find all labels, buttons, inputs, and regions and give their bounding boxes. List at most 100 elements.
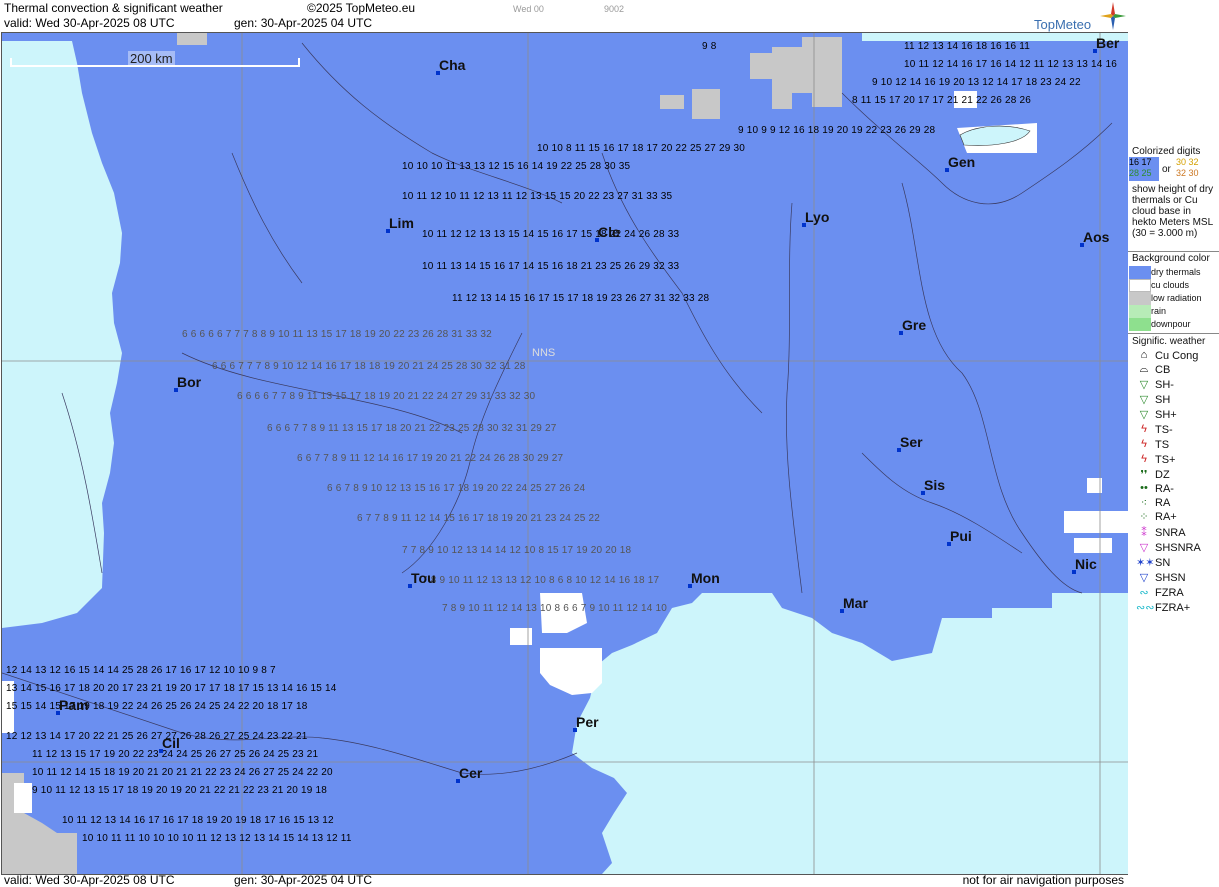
city-dot [897, 448, 901, 452]
city-dot [921, 491, 925, 495]
digit-row: 6 6 6 7 7 8 9 11 13 15 17 18 20 21 22 23… [267, 423, 557, 434]
legend-bg-low-radiation: low radiation [1129, 292, 1219, 305]
digit-row: 12 14 13 12 16 15 14 14 25 28 26 17 16 1… [6, 665, 276, 676]
shower-heavy-icon: ▽ [1139, 409, 1149, 421]
city-dot [947, 542, 951, 546]
rain-heavy-icon: ⁘ [1139, 511, 1149, 523]
digit-row: 10 11 12 13 14 16 17 16 17 18 19 20 19 1… [62, 815, 334, 826]
snow-shower-icon: ▽ [1139, 572, 1149, 584]
legend-wx-shsnra: ▽ SHSNRA [1136, 541, 1218, 555]
snow-rain-shower-icon: ▽ [1139, 542, 1149, 554]
legend-wx-snra: ⁑ SNRA [1136, 526, 1218, 540]
digit-row: 6 6 7 8 9 10 12 13 15 16 17 18 19 20 22 … [327, 483, 586, 494]
city-pui[interactable]: Pui [947, 528, 972, 546]
digit-row: 11 12 13 14 16 18 16 16 11 [904, 41, 1031, 52]
city-cha[interactable]: Cha [436, 57, 465, 75]
legend-bg-dry-thermals: dry thermals [1129, 266, 1219, 279]
city-cil[interactable]: Cil [159, 735, 180, 753]
city-bor[interactable]: Bor [174, 374, 201, 392]
weather-header: Signific. weather [1132, 336, 1206, 347]
legend-wx-cb: ⌓ CB [1136, 363, 1218, 377]
digit-row: 6 6 6 6 7 7 8 9 11 13 15 17 18 19 20 21 … [237, 391, 536, 402]
faint-time: Wed 00 [513, 4, 544, 14]
digit-row: 15 15 14 15 17 19 18 19 22 24 26 25 26 2… [6, 701, 308, 712]
digit-row: 6 6 6 7 7 7 8 9 10 12 14 16 17 18 18 19 … [212, 361, 526, 372]
city-lyo[interactable]: Lyo [802, 209, 829, 227]
digit-row: 9 10 11 12 13 15 17 18 19 20 19 20 21 22… [32, 785, 328, 796]
shower-light-icon: ▽ [1139, 379, 1149, 391]
digit-row: 10 11 12 14 15 18 19 20 21 20 21 21 22 2… [32, 767, 333, 778]
legend-wx-dz: ❜❜ DZ [1136, 468, 1218, 482]
city-dot [1080, 243, 1084, 247]
cu-cong-icon: ⌂ [1140, 349, 1148, 361]
legend-divider [1128, 333, 1219, 334]
legend-wx-shsn: ▽ SHSN [1136, 571, 1218, 585]
city-ber[interactable]: Ber [1093, 35, 1119, 53]
city-tou[interactable]: Tou [408, 570, 436, 588]
city-dot [840, 609, 844, 613]
scale-bar-label: 200 km [128, 51, 175, 66]
legend-wx-cu-cong: ⌂ Cu Cong [1136, 349, 1218, 363]
shower-icon: ▽ [1139, 394, 1149, 406]
legend-sample-b: 28 25 [1129, 168, 1152, 178]
digit-row: 13 14 15 16 17 18 20 20 17 23 21 19 20 1… [6, 683, 337, 694]
legend-wx-ra-light: •• RA- [1136, 482, 1218, 496]
legend-or: or [1162, 164, 1171, 175]
legend-wx-sh-heavy: ▽ SH+ [1136, 408, 1218, 422]
city-dot [56, 711, 60, 715]
compass-logo-icon [1100, 2, 1126, 30]
footer: valid: Wed 30-Apr-2025 08 UTC gen: 30-Ap… [0, 873, 1128, 887]
legend-divider [1128, 251, 1219, 252]
digit-row: 10 11 12 14 16 17 16 14 12 11 12 13 13 1… [904, 59, 1118, 70]
city-mon[interactable]: Mon [688, 570, 720, 588]
forecast-map[interactable]: 200 km NNS 9 8 11 12 13 14 16 18 16 16 1… [1, 32, 1129, 875]
thunderstorm-icon: ϟ [1141, 438, 1147, 450]
legend-bg-rain: rain [1129, 305, 1219, 318]
city-per[interactable]: Per [573, 714, 599, 732]
digit-row: 7 8 9 10 11 12 13 13 12 10 8 6 8 10 12 1… [422, 575, 660, 586]
disclaimer: not for air navigation purposes [962, 873, 1124, 887]
city-nic[interactable]: Nic [1072, 556, 1097, 574]
city-pam[interactable]: Pam [56, 697, 89, 715]
city-cle[interactable]: Cle [595, 224, 620, 242]
swatch [1129, 266, 1151, 279]
digit-row: 10 11 12 10 11 12 13 11 12 13 15 15 20 2… [402, 191, 673, 202]
city-gen[interactable]: Gen [945, 154, 975, 172]
city-cer[interactable]: Cer [456, 765, 482, 783]
city-dot [573, 728, 577, 732]
city-mar[interactable]: Mar [840, 595, 868, 613]
city-dot [595, 238, 599, 242]
digit-row: 10 11 13 14 15 16 17 14 15 16 18 21 23 2… [422, 261, 680, 272]
digit-row: 10 10 11 11 10 10 10 10 11 12 13 12 13 1… [82, 833, 352, 844]
city-gre[interactable]: Gre [899, 317, 926, 335]
city-sis[interactable]: Sis [921, 477, 945, 495]
digit-row: 8 11 15 17 20 17 17 21 21 22 26 28 26 [852, 95, 1032, 106]
city-ser[interactable]: Ser [897, 434, 923, 452]
legend-wx-ts-light: ϟ TS- [1136, 423, 1218, 437]
rain-light-icon: •• [1140, 482, 1148, 494]
city-dot [1072, 570, 1076, 574]
legend-wx-ra-heavy: ⁘ RA+ [1136, 510, 1218, 524]
legend-wx-sh: ▽ SH [1136, 393, 1218, 407]
background-header: Background color [1132, 253, 1210, 264]
scale-bar-tick-right [298, 58, 300, 67]
drizzle-icon: ❜❜ [1140, 469, 1148, 481]
faint-code: 9002 [604, 4, 625, 14]
thunderstorm-heavy-icon: ϟ [1141, 453, 1147, 465]
digit-row: 11 12 13 14 15 16 17 15 17 18 19 23 26 2… [452, 293, 710, 304]
digit-row: 6 6 7 7 8 9 11 12 14 16 17 19 20 21 22 2… [297, 453, 564, 464]
city-dot [386, 229, 390, 233]
legend-panel: Colorized digits 16 17 28 25 or 30 32 32… [1128, 0, 1219, 887]
city-aos[interactable]: Aos [1080, 229, 1109, 247]
legend-wx-sh-light: ▽ SH- [1136, 378, 1218, 392]
map-title: Thermal convection & significant weather [4, 1, 223, 15]
swatch [1129, 292, 1151, 305]
copyright: ©2025 TopMeteo.eu [307, 1, 416, 15]
digit-row: 10 10 10 11 13 13 12 15 16 14 19 22 25 2… [402, 161, 631, 172]
thunderstorm-light-icon: ϟ [1141, 423, 1147, 435]
legend-intro: Colorized digits [1132, 146, 1201, 157]
city-lim[interactable]: Lim [386, 215, 414, 233]
brand-name: TopMeteo [1034, 17, 1092, 32]
swatch [1129, 279, 1151, 292]
legend-sample-dry: 16 17 28 25 [1129, 157, 1159, 181]
